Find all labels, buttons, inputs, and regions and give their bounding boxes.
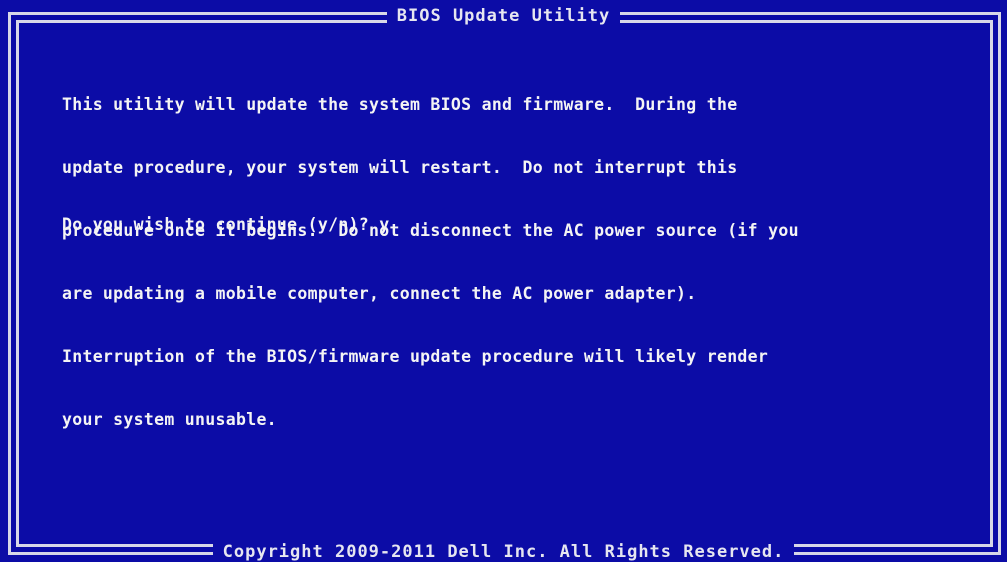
footer-bar: Copyright 2009-2011 Dell Inc. All Rights… [0, 540, 1007, 562]
message-line: update procedure, your system will resta… [62, 158, 738, 177]
window-title: BIOS Update Utility [386, 4, 621, 28]
copyright-text: Copyright 2009-2011 Dell Inc. All Rights… [212, 540, 795, 562]
message-line: Interruption of the BIOS/firmware update… [62, 347, 769, 366]
prompt-answer-input[interactable]: y [379, 215, 389, 234]
message-line: your system unusable. [62, 410, 277, 429]
bios-screen: BIOS Update Utility This utility will up… [0, 0, 1007, 562]
continue-prompt[interactable]: Do you wish to continue (y/n)? y [62, 214, 389, 235]
message-line: This utility will update the system BIOS… [62, 95, 738, 114]
warning-message: This utility will update the system BIOS… [62, 52, 962, 472]
title-bar: BIOS Update Utility [0, 4, 1007, 28]
prompt-question: Do you wish to continue (y/n)? [62, 215, 380, 234]
message-line: are updating a mobile computer, connect … [62, 284, 697, 303]
